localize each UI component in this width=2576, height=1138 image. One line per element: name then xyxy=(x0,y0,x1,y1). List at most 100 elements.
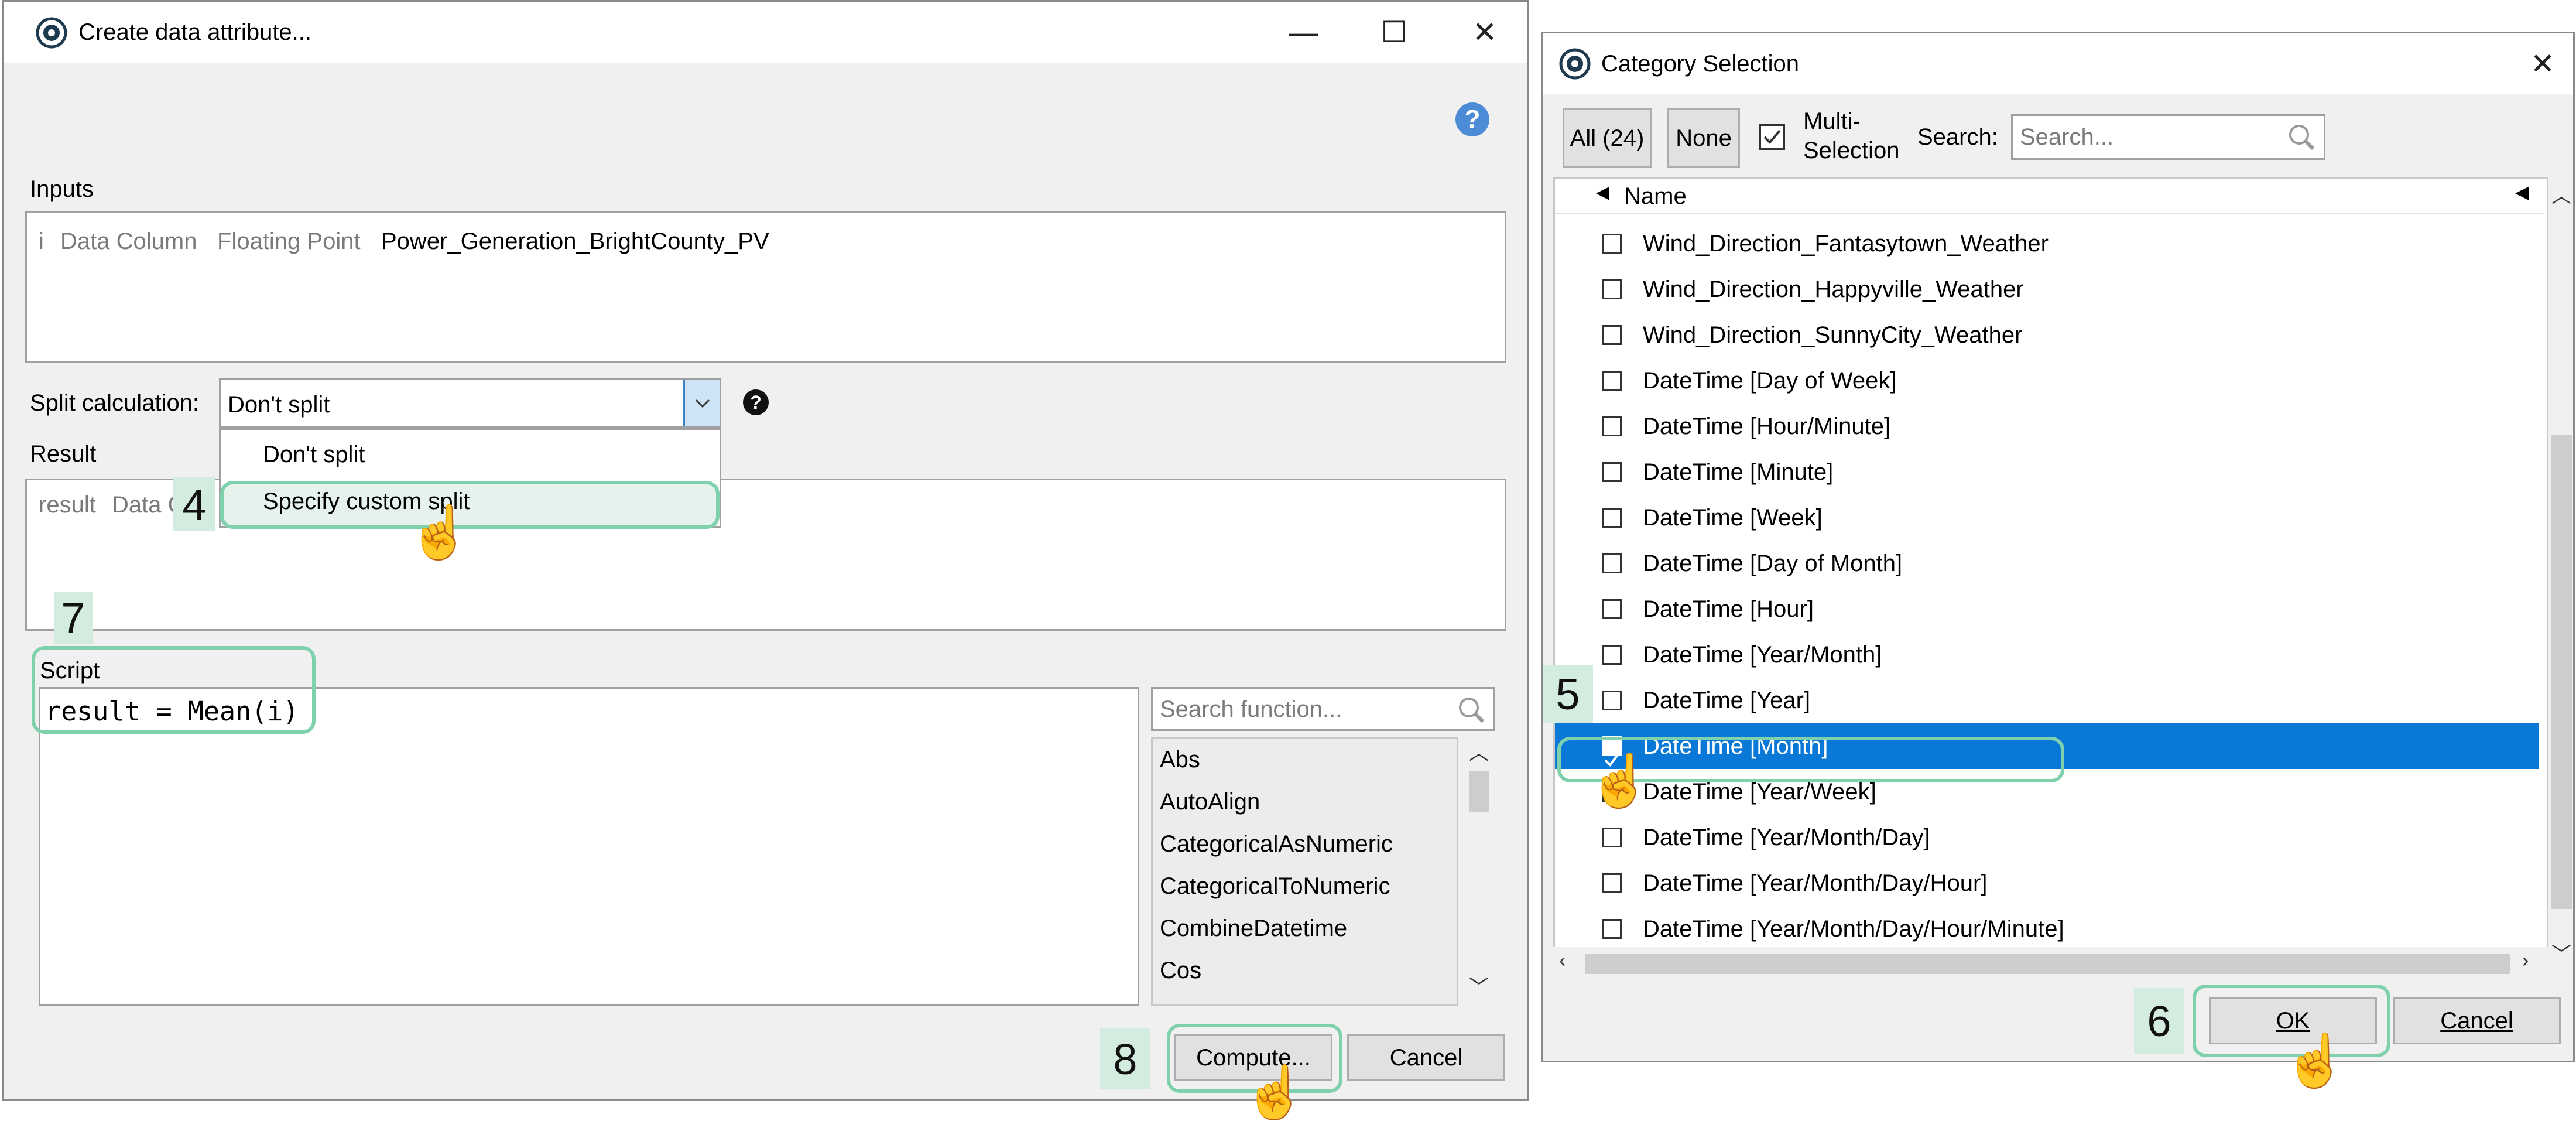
search-label: Search: xyxy=(1917,124,1998,150)
script-editor[interactable]: result = Mean(i) xyxy=(39,687,1139,1006)
function-list-scrollbar[interactable]: ︿ ﹀ xyxy=(1464,737,1493,1006)
step-6-badge: 6 xyxy=(2134,988,2184,1054)
checkbox-icon[interactable] xyxy=(1602,508,1622,528)
category-row-label: DateTime [Year/Month/Day] xyxy=(1643,825,1930,850)
create-data-attribute-dialog: Create data attribute... — ☐ ✕ ? Inputs … xyxy=(2,0,1529,1118)
search-icon[interactable] xyxy=(1456,695,1486,725)
category-row[interactable]: DateTime [Year/Month] xyxy=(1555,632,2539,678)
split-calculation-label: Split calculation: xyxy=(30,390,200,416)
checkmark-icon xyxy=(1763,129,1781,144)
scroll-right-icon[interactable]: › xyxy=(2522,949,2529,972)
category-row[interactable]: DateTime [Day of Week] xyxy=(1555,358,2539,404)
maximize-button[interactable]: ☐ xyxy=(1371,2,1417,63)
checkbox-icon[interactable] xyxy=(1602,462,1622,482)
scroll-left-icon[interactable]: ‹ xyxy=(1559,949,1566,972)
category-row[interactable]: DateTime [Year] xyxy=(1555,678,2539,723)
category-row[interactable]: DateTime [Year/Month/Day] xyxy=(1555,815,2539,860)
search-icon[interactable] xyxy=(2286,122,2317,152)
category-row[interactable]: DateTime [Year/Month/Day/Hour/Minute] xyxy=(1555,906,2539,952)
inputs-box[interactable]: i Data Column Floating Point Power_Gener… xyxy=(25,211,1506,363)
category-row-label: Wind_Direction_SunnyCity_Weather xyxy=(1643,322,2023,348)
category-search-placeholder: Search... xyxy=(2020,124,2114,150)
category-search-input[interactable]: Search... xyxy=(2011,114,2325,160)
category-row[interactable]: DateTime [Hour/Minute] xyxy=(1555,404,2539,449)
category-row[interactable]: DateTime [Week] xyxy=(1555,495,2539,541)
inputs-label: Inputs xyxy=(30,176,94,202)
checkbox-icon[interactable] xyxy=(1602,919,1622,939)
checkbox-icon[interactable] xyxy=(1602,553,1622,573)
function-item[interactable]: CombineDatetime xyxy=(1153,907,1457,949)
function-list[interactable]: Abs AutoAlign CategoricalAsNumeric Categ… xyxy=(1151,737,1458,1006)
category-row[interactable]: Wind_Direction_SunnyCity_Weather xyxy=(1555,312,2539,358)
category-row[interactable]: DateTime [Minute] xyxy=(1555,449,2539,495)
help-icon[interactable]: ? xyxy=(1455,102,1489,136)
scroll-down-icon[interactable]: ﹀ xyxy=(2548,938,2574,967)
category-row-label: DateTime [Hour] xyxy=(1643,596,1814,622)
close-button[interactable]: ✕ xyxy=(1461,2,1508,63)
h-scroll-thumb[interactable] xyxy=(1585,954,2510,974)
category-rows: Wind_Direction_Fantasytown_Weather Wind_D… xyxy=(1555,221,2544,976)
scroll-thumb[interactable] xyxy=(2551,435,2572,909)
function-item[interactable]: Abs xyxy=(1153,739,1457,781)
category-list-scrollbar[interactable]: ︿ ﹀ xyxy=(2548,177,2574,979)
checkbox-icon[interactable] xyxy=(1602,873,1622,893)
category-row[interactable]: DateTime [Hour] xyxy=(1555,586,2539,632)
minimize-button[interactable]: — xyxy=(1280,2,1327,63)
checkbox-icon[interactable] xyxy=(1602,691,1622,710)
category-row-label: DateTime [Day of Week] xyxy=(1643,368,1897,394)
cancel-button[interactable]: Cancel xyxy=(2393,997,2561,1044)
input-value: Power_Generation_BrightCounty_PV xyxy=(381,228,769,254)
checkbox-icon[interactable] xyxy=(1602,599,1622,619)
scroll-thumb[interactable] xyxy=(1469,771,1489,812)
category-row-label: DateTime [Year/Month/Day/Hour] xyxy=(1643,870,1988,896)
category-list[interactable]: ◀ Name ◀ Wind_Direction_Fantasytown_Weat… xyxy=(1553,177,2548,979)
checkbox-icon[interactable] xyxy=(1602,645,1622,665)
horizontal-scrollbar[interactable]: ‹ › xyxy=(1553,947,2548,979)
scroll-up-icon[interactable]: ︿ xyxy=(2548,180,2574,209)
function-list-items: Abs AutoAlign CategoricalAsNumeric Categ… xyxy=(1153,739,1457,992)
title-bar[interactable]: Category Selection ✕ xyxy=(1543,33,2573,94)
category-row[interactable]: DateTime [Year/Month/Day/Hour] xyxy=(1555,860,2539,906)
none-button[interactable]: None xyxy=(1667,108,1740,168)
hand-cursor-icon: ☝ xyxy=(1243,1063,1307,1121)
checkbox-icon[interactable] xyxy=(1602,416,1622,436)
category-row-label: DateTime [Week] xyxy=(1643,505,1823,531)
split-calculation-select[interactable]: Don't split xyxy=(219,378,721,428)
checkbox-icon[interactable] xyxy=(1602,234,1622,254)
scroll-down-icon[interactable]: ﹀ xyxy=(1464,971,1493,1000)
result-name: result xyxy=(39,492,96,518)
category-row-label: DateTime [Day of Month] xyxy=(1643,551,1903,576)
all-button[interactable]: All (24) xyxy=(1563,108,1652,168)
multi-selection-checkbox[interactable] xyxy=(1759,124,1785,150)
category-row[interactable]: Wind_Direction_Fantasytown_Weather xyxy=(1555,221,2539,266)
split-option-dont-split[interactable]: Don't split xyxy=(263,442,365,468)
column-left-icon[interactable]: ◀ xyxy=(1596,182,1609,203)
dropdown-chevron-icon[interactable] xyxy=(683,380,720,426)
checkbox-icon[interactable] xyxy=(1602,325,1622,345)
title-bar[interactable]: Create data attribute... — ☐ ✕ xyxy=(4,2,1527,63)
function-item[interactable]: CategoricalAsNumeric xyxy=(1153,823,1457,865)
step-7-highlight xyxy=(32,646,316,734)
column-right-icon[interactable]: ◀ xyxy=(2515,182,2529,203)
checkbox-icon[interactable] xyxy=(1602,371,1622,391)
function-item[interactable]: AutoAlign xyxy=(1153,781,1457,823)
checkbox-icon[interactable] xyxy=(1602,828,1622,847)
category-row-label: DateTime [Minute] xyxy=(1643,459,1834,485)
info-icon[interactable]: ? xyxy=(743,389,769,415)
function-search-input[interactable]: Search function... xyxy=(1151,687,1495,731)
checkbox-icon[interactable] xyxy=(1602,279,1622,299)
hand-cursor-icon: ☝ xyxy=(407,503,472,561)
cancel-button[interactable]: Cancel xyxy=(1347,1034,1505,1081)
scroll-up-icon[interactable]: ︿ xyxy=(1464,737,1493,765)
category-row[interactable]: DateTime [Day of Month] xyxy=(1555,541,2539,586)
multi-selection-label-line2: Selection xyxy=(1803,138,1900,163)
app-logo-icon xyxy=(1559,48,1591,80)
column-header-name: Name xyxy=(1624,183,1687,209)
function-item[interactable]: Cos xyxy=(1153,949,1457,992)
function-search-placeholder: Search function... xyxy=(1160,696,1342,722)
input-name: i xyxy=(39,228,44,254)
column-header[interactable]: ◀ Name ◀ xyxy=(1555,179,2544,214)
function-item[interactable]: CategoricalToNumeric xyxy=(1153,865,1457,907)
close-button[interactable]: ✕ xyxy=(2519,33,2566,94)
category-row[interactable]: Wind_Direction_Happyville_Weather xyxy=(1555,266,2539,312)
